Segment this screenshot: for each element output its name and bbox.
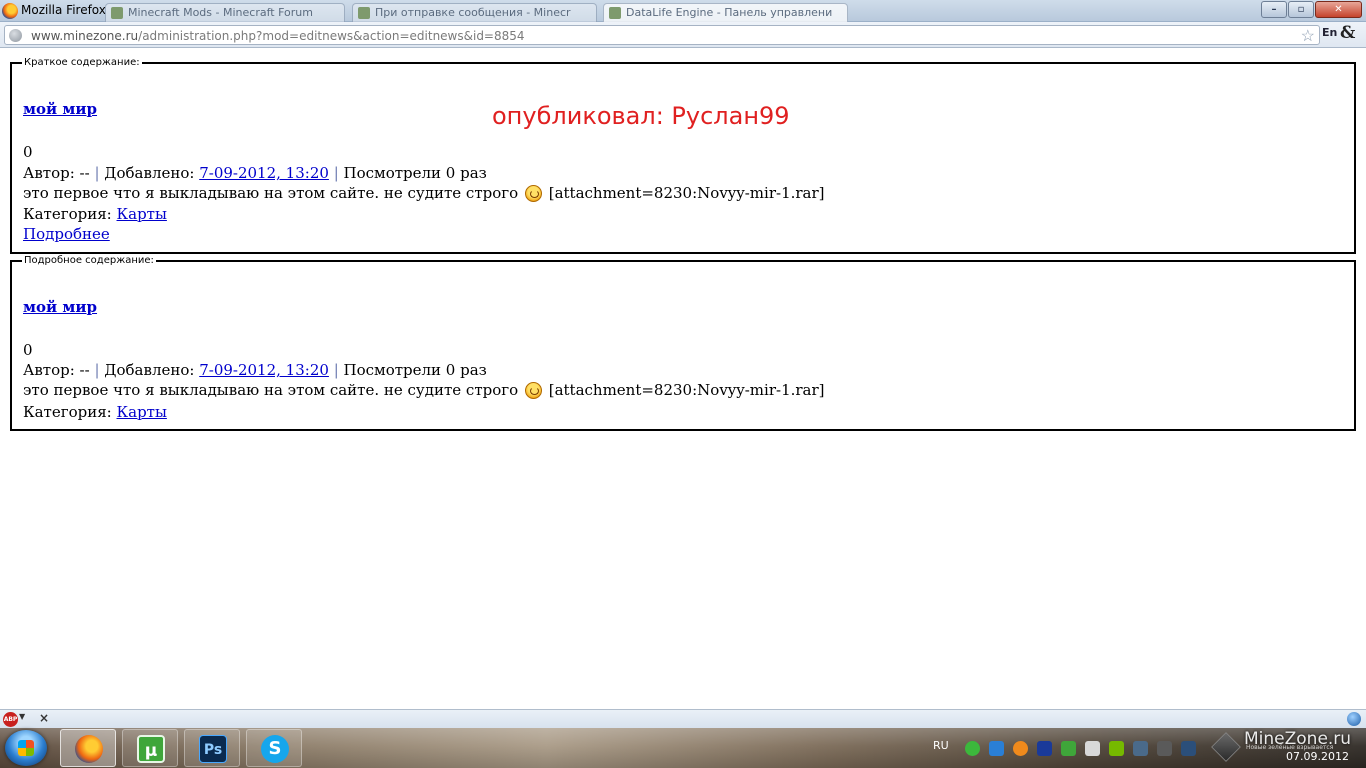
browser-tab-3[interactable]: DataLife Engine - Панель управлени — [603, 3, 848, 22]
full-separator: | — [328, 361, 344, 379]
short-category-link[interactable]: Карты — [117, 205, 167, 223]
window-titlebar: Mozilla Firefox Minecraft Mods - Minecra… — [0, 0, 1366, 22]
full-rating: 0 — [23, 341, 33, 359]
browser-tab-2[interactable]: При отправке сообщения - Minecr — [352, 3, 597, 22]
full-added-label: Добавлено: — [104, 361, 200, 379]
short-rating: 0 — [23, 143, 33, 161]
skype-icon: S — [261, 735, 289, 763]
window-title: Mozilla Firefox — [21, 3, 106, 17]
short-category-label: Категория: — [23, 205, 117, 223]
smiley-icon — [524, 382, 542, 399]
full-author: Автор: -- — [23, 361, 90, 379]
windows-taskbar: µ Ps S RU MineZone.ru Новые зелёные взры… — [0, 728, 1366, 768]
short-content-panel: Краткое содержание: мой мир 0 Автор: -- … — [10, 57, 1356, 254]
url-path: /administration.php?mod=editnews&action=… — [138, 29, 525, 43]
full-category-label: Категория: — [23, 403, 117, 421]
url-host: www.minezone.ru — [31, 29, 139, 43]
firefox-icon — [75, 735, 103, 763]
smiley-icon — [524, 185, 542, 202]
addon-ampersand-icon[interactable]: & — [1340, 23, 1355, 43]
tray-ru-icon[interactable] — [1037, 741, 1052, 756]
url-text[interactable]: www.minezone.ru/administration.php?mod=e… — [31, 29, 525, 43]
short-views: Посмотрели 0 раз — [343, 164, 487, 182]
maximize-button[interactable]: ▫ — [1288, 1, 1314, 18]
taskbar-photoshop-button[interactable]: Ps — [184, 729, 240, 767]
utorrent-icon: µ — [137, 735, 165, 763]
tray-shield-icon[interactable] — [989, 741, 1004, 756]
full-date-link[interactable]: 7-09-2012, 13:20 — [199, 361, 329, 379]
photoshop-icon: Ps — [199, 735, 227, 763]
tray-check-icon[interactable] — [965, 741, 980, 756]
firefox-logo-icon — [2, 3, 18, 19]
tray-avast-icon[interactable] — [1013, 741, 1028, 756]
full-news-title-link[interactable]: мой мир — [23, 298, 97, 316]
short-author: Автор: -- — [23, 164, 90, 182]
full-separator: | — [89, 361, 105, 379]
full-views: Посмотрели 0 раз — [343, 361, 487, 379]
taskbar-firefox-button[interactable] — [60, 729, 116, 767]
tray-utorrent-icon[interactable] — [1061, 741, 1076, 756]
url-bar[interactable]: www.minezone.ru/administration.php?mod=e… — [4, 25, 1320, 45]
addon-globe-icon[interactable] — [1347, 712, 1361, 726]
addon-bar: ABP ▼ × — [0, 709, 1366, 728]
tray-keyboard-icon[interactable] — [1157, 741, 1172, 756]
published-by-caption: опубликовал: Руслан99 — [492, 102, 790, 130]
short-meta-line: Автор: -- | Добавлено: 7-09-2012, 13:20 … — [23, 164, 487, 182]
tray-media-icon[interactable] — [1181, 741, 1196, 756]
adblock-plus-icon[interactable]: ABP — [3, 712, 18, 727]
tray-network-x-icon[interactable] — [1085, 741, 1100, 756]
short-attachment: [attachment=8230:Novyy-mir-1.rar] — [548, 184, 825, 202]
language-indicator[interactable]: En — [1322, 26, 1337, 39]
full-meta-line: Автор: -- | Добавлено: 7-09-2012, 13:20 … — [23, 361, 487, 379]
navigation-bar: www.minezone.ru/administration.php?mod=e… — [0, 22, 1366, 48]
tray-language-indicator[interactable]: RU — [933, 739, 949, 752]
bookmark-star-icon[interactable]: ☆ — [1301, 26, 1315, 45]
short-content-legend: Краткое содержание: — [24, 57, 140, 68]
minezone-cube-icon — [1211, 732, 1241, 762]
full-category-line: Категория: Карты — [23, 403, 167, 421]
short-category-line: Категория: Карты — [23, 205, 167, 223]
short-date-link[interactable]: 7-09-2012, 13:20 — [199, 164, 329, 182]
minimize-button[interactable]: – — [1261, 1, 1287, 18]
short-added-label: Добавлено: — [104, 164, 200, 182]
full-body-text: это первое что я выкладываю на этом сайт… — [23, 381, 825, 399]
taskbar-skype-button[interactable]: S — [246, 729, 302, 767]
taskbar-utorrent-button[interactable]: µ — [122, 729, 178, 767]
full-content-panel: Подробное содержание: мой мир 0 Автор: -… — [10, 255, 1356, 431]
full-content-legend: Подробное содержание: — [24, 255, 154, 266]
tray-clock-date[interactable]: 07.09.2012 — [1286, 750, 1349, 763]
short-body-text: это первое что я выкладываю на этом сайт… — [23, 184, 825, 202]
start-button[interactable] — [5, 730, 47, 766]
full-attachment: [attachment=8230:Novyy-mir-1.rar] — [548, 381, 825, 399]
addon-bar-close-button[interactable]: × — [39, 711, 49, 725]
close-button[interactable]: ✕ — [1315, 1, 1362, 18]
short-news-title-link[interactable]: мой мир — [23, 100, 97, 118]
read-more-link[interactable]: Подробнее — [23, 225, 110, 243]
tray-nvidia-icon[interactable] — [1109, 741, 1124, 756]
full-category-link[interactable]: Карты — [117, 403, 167, 421]
short-more-line: Подробнее — [23, 225, 110, 243]
adblock-dropdown-icon[interactable]: ▼ — [19, 712, 25, 721]
site-identity-icon[interactable] — [9, 29, 22, 42]
tray-monitor-icon[interactable] — [1133, 741, 1148, 756]
short-separator: | — [89, 164, 105, 182]
short-text: это первое что я выкладываю на этом сайт… — [23, 184, 519, 202]
full-text: это первое что я выкладываю на этом сайт… — [23, 381, 519, 399]
browser-tab-1[interactable]: Minecraft Mods - Minecraft Forum — [105, 3, 345, 22]
short-separator: | — [328, 164, 344, 182]
